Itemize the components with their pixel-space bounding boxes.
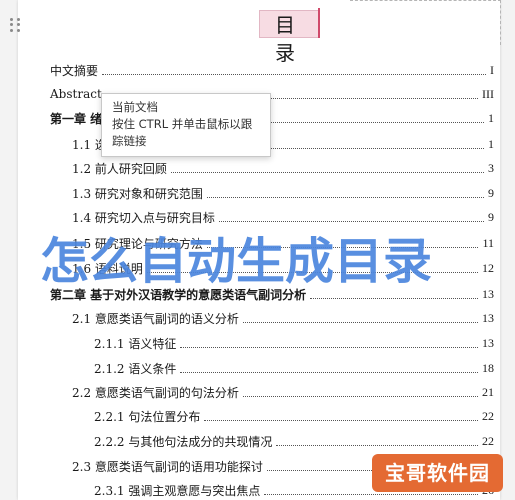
toc-entry-label: 1.2 前人研究回顾: [72, 161, 167, 176]
toc-entry-label: 1.3 研究对象和研究范围: [72, 186, 203, 201]
toc-entry-label: 2.1 意愿类语气副词的语义分析: [72, 311, 239, 326]
toc-leader: [310, 297, 478, 299]
toc-leader: [170, 171, 484, 173]
toc-entry-page: 13: [482, 335, 494, 350]
toc-leader: [206, 196, 484, 198]
toc-entry-page: 9: [488, 209, 494, 224]
toc-entry-label: 2.3.1 强调主观意愿与突出焦点: [94, 483, 261, 498]
toc-leader: [264, 493, 478, 495]
toc-entry[interactable]: 2.2.2 与其他句法成分的共现情况 22: [94, 431, 494, 451]
toc-entry-page: III: [482, 86, 494, 101]
toc-leader: [180, 371, 478, 373]
toc-entry-label: 2.3 意愿类语气副词的语用功能探讨: [72, 459, 263, 474]
toc-leader: [242, 395, 478, 397]
toc-entry-page: 1: [488, 110, 494, 125]
site-logo: 宝哥软件园: [372, 454, 503, 492]
toc-entry-label: 第一章 绪: [50, 111, 103, 126]
link-tooltip: 当前文档 按住 CTRL 并单击鼠标以跟 踪链接: [101, 93, 271, 157]
toc-entry-page: 13: [482, 286, 494, 301]
toc-leader: [276, 444, 478, 446]
toc-entry-label: 中文摘要: [50, 63, 99, 78]
toc-entry-label: 2.2.1 句法位置分布: [94, 409, 201, 424]
toc-entry-page: 11: [482, 235, 494, 250]
toc-entry-page: 18: [482, 360, 494, 375]
toc-entry-label: Abstract: [50, 87, 102, 101]
tooltip-line: 按住 CTRL 并单击鼠标以跟: [112, 117, 253, 131]
tooltip-line: 当前文档: [112, 100, 158, 114]
toc-entry-page: 21: [482, 384, 494, 399]
toc-entry[interactable]: 2.2.1 句法位置分布 22: [94, 406, 494, 426]
toc-entry-label: 2.2.2 与其他句法成分的共现情况: [94, 434, 273, 449]
toc-leader: [204, 419, 478, 421]
toc-entry-label: 2.1.1 语义特征: [94, 336, 177, 351]
toc-entry[interactable]: 1.3 研究对象和研究范围 9: [72, 183, 494, 203]
overlay-caption: 怎么自动生成目录: [40, 233, 433, 290]
toc-entry-page: 9: [488, 185, 494, 200]
toc-entry-page: 12: [482, 260, 494, 275]
toc-entry[interactable]: 1.2 前人研究回顾 3: [72, 158, 494, 178]
toc-entry[interactable]: 2.1.1 语义特征 13: [94, 333, 494, 353]
toc-leader: [180, 346, 478, 348]
toc-entry-page: 13: [482, 310, 494, 325]
toc-entry[interactable]: 2.2 意愿类语气副词的句法分析 21: [72, 382, 494, 402]
toc-entry-page: 3: [488, 160, 494, 175]
toc-entry-page: 22: [482, 408, 494, 423]
tooltip-line: 踪链接: [112, 134, 147, 148]
toc-entry-page: 1: [488, 136, 494, 151]
toc-entry-page: 22: [482, 433, 494, 448]
toc-entry-label: 2.1.2 语义条件: [94, 361, 177, 376]
toc-leader: [102, 73, 486, 75]
toc-entry[interactable]: 中文摘要 I: [50, 60, 494, 80]
toc-entry-label: 2.2 意愿类语气副词的句法分析: [72, 385, 239, 400]
toc-entry-page: I: [490, 62, 494, 77]
toc-entry[interactable]: 2.1.2 语义条件 18: [94, 358, 494, 378]
toc-leader: [242, 321, 478, 323]
toc-entry[interactable]: 2.1 意愿类语气副词的语义分析 13: [72, 308, 494, 328]
